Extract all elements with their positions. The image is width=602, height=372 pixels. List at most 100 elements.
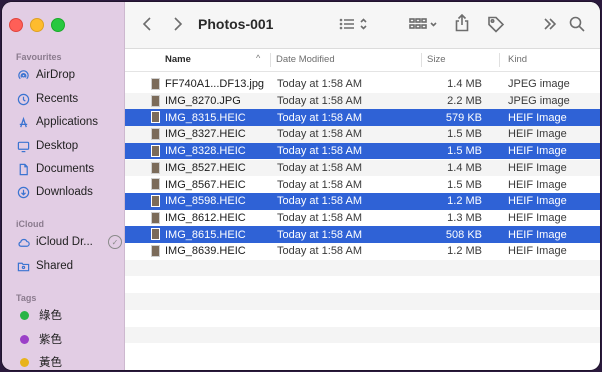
sidebar-item-recents[interactable]: Recents [16,89,120,109]
column-header-name[interactable]: Name [165,54,191,65]
more-button[interactable] [543,17,557,31]
empty-row [125,259,600,277]
file-name: IMG_8615.HEIC [165,228,246,241]
sidebar-item-shared[interactable]: Shared [16,256,120,276]
column-header-kind[interactable]: Kind [508,54,527,65]
file-date-modified: Today at 1:58 AM [277,228,362,241]
file-row[interactable]: IMG_8270.JPG Today at 1:58 AM 2.2 MB JPEG i… [125,92,600,110]
file-thumbnail-icon [151,111,160,124]
file-date-modified: Today at 1:58 AM [277,145,362,158]
column-separator[interactable] [270,53,271,67]
file-size: 2.2 MB [447,95,482,108]
file-date-modified: Today at 1:58 AM [277,95,362,108]
file-row[interactable]: IMG_8328.HEIC Today at 1:58 AM 1.5 MB HEIF … [125,142,600,160]
sidebar-tag-yellow[interactable]: 黃色 [16,352,120,370]
icloud-status-icon[interactable]: ✓ [108,235,122,249]
file-row[interactable]: IMG_8615.HEIC Today at 1:58 AM 508 KB HEIF … [125,226,600,243]
sidebar-item-airdrop[interactable]: AirDrop [16,65,120,85]
empty-row [125,276,600,293]
file-kind: HEIF Image [508,128,567,141]
view-mode-button[interactable] [339,17,369,31]
sidebar-item-label: iCloud Dr... [36,236,93,248]
file-date-modified: Today at 1:58 AM [277,245,362,258]
minimize-button[interactable] [30,18,44,32]
sidebar-item-desktop[interactable]: Desktop [16,136,120,156]
sidebar-item-label: 紫色 [39,334,62,346]
sidebar-item-documents[interactable]: Documents [16,159,120,179]
list-view-icon [339,18,367,30]
tags-button[interactable] [487,15,505,33]
file-thumbnail-icon [151,228,160,241]
cloud-icon [16,235,30,249]
group-button[interactable] [409,17,439,31]
file-thumbnail-icon [151,161,160,174]
close-button[interactable] [9,18,23,32]
file-row[interactable]: IMG_8567.HEIC Today at 1:58 AM 1.5 MB HEIF … [125,176,600,193]
toolbar: Photos-001 [125,2,600,49]
forward-button[interactable] [173,16,183,32]
file-date-modified: Today at 1:58 AM [277,128,362,141]
tag-color-dot [20,310,29,320]
file-name: IMG_8328.HEIC [165,145,246,158]
empty-row [125,326,600,344]
sidebar-section-favourites: Favourites [16,52,62,62]
zoom-button[interactable] [51,18,65,32]
applications-icon [16,115,30,129]
file-thumbnail-icon [151,94,160,107]
file-name: IMG_8327.HEIC [165,128,246,141]
column-header-size[interactable]: Size [427,54,445,65]
sidebar-item-label: Downloads [36,186,93,198]
file-kind: HEIF Image [508,228,567,241]
empty-row [125,293,600,310]
file-row[interactable]: IMG_8527.HEIC Today at 1:58 AM 1.4 MB HEIF … [125,159,600,177]
sidebar-item-label: Recents [36,93,79,105]
share-button[interactable] [454,14,470,32]
sort-chevron-up-icon[interactable]: ^ [256,53,260,63]
file-size: 1.5 MB [447,128,482,141]
file-kind: HEIF Image [508,161,567,174]
chevron-double-right-icon [544,18,557,30]
file-row[interactable]: IMG_8327.HEIC Today at 1:58 AM 1.5 MB HEIF … [125,126,600,143]
sidebar-item-label: AirDrop [36,69,75,81]
chevron-right-icon [174,17,183,31]
file-size: 1.5 MB [447,145,482,158]
sidebar-item-label: Applications [36,116,99,128]
file-thumbnail-icon [151,128,160,141]
file-date-modified: Today at 1:58 AM [277,195,362,208]
column-header-date[interactable]: Date Modified [276,54,335,65]
sidebar-tag-purple[interactable]: 紫色 [16,329,120,349]
file-date-modified: Today at 1:58 AM [277,178,362,191]
sidebar-item-applications[interactable]: Applications [16,112,120,132]
sidebar-section-tags: Tags [16,293,37,303]
clock-icon [16,92,30,106]
column-separator[interactable] [421,53,422,67]
sidebar-section-icloud: iCloud [16,219,44,229]
file-row[interactable]: IMG_8639.HEIC Today at 1:58 AM 1.2 MB HEIF … [125,243,600,260]
file-row[interactable]: IMG_8612.HEIC Today at 1:58 AM 1.3 MB HEIF … [125,210,600,227]
file-row[interactable]: FF740A1...DF13.jpg Today at 1:58 AM 1.4 MB… [125,76,600,93]
file-name: IMG_8315.HEIC [165,111,246,124]
file-kind: HEIF Image [508,211,567,224]
sidebar-item-downloads[interactable]: Downloads [16,182,120,202]
file-size: 1.2 MB [447,245,482,258]
window-title: Photos-001 [198,16,274,32]
file-size: 579 KB [445,111,482,124]
sidebar-item-label: Desktop [36,140,79,152]
column-separator[interactable] [499,53,500,67]
file-row[interactable]: IMG_8598.HEIC Today at 1:58 AM 1.2 MB HEIF … [125,192,600,210]
sidebar-tag-green[interactable]: 綠色 [16,305,120,325]
file-date-modified: Today at 1:58 AM [277,111,362,124]
file-kind: HEIF Image [508,178,567,191]
file-name: IMG_8612.HEIC [165,211,246,224]
back-button[interactable] [142,16,152,32]
sidebar-item-icloud-drive[interactable]: iCloud Dr... ✓ [16,232,122,252]
file-kind: HEIF Image [508,245,567,258]
search-button[interactable] [569,16,585,32]
file-name: IMG_8639.HEIC [165,245,246,258]
share-icon [455,14,469,32]
file-list: FF740A1...DF13.jpg Today at 1:58 AM 1.4 MB… [125,76,600,370]
tag-color-dot [20,334,29,344]
window-controls [9,18,65,32]
file-size: 1.3 MB [447,211,482,224]
file-row[interactable]: IMG_8315.HEIC Today at 1:58 AM 579 KB HEIF … [125,109,600,127]
